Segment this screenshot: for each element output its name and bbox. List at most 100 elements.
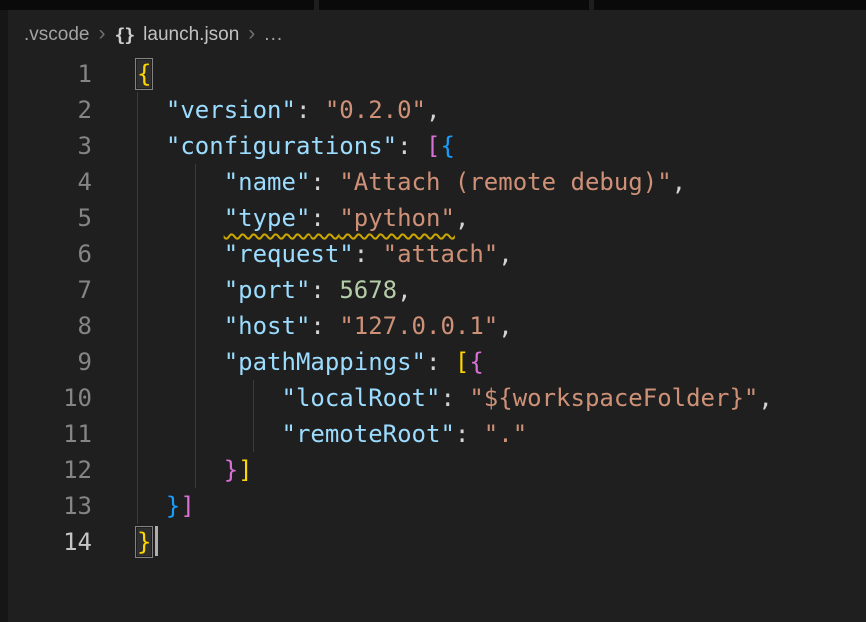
token-punct: ,: [758, 384, 772, 412]
token-ws: [137, 168, 224, 196]
breadcrumb-symbol[interactable]: ...: [264, 24, 283, 46]
token-str: "attach": [383, 240, 499, 268]
token-ws: [137, 312, 224, 340]
line-number-12[interactable]: 12: [0, 452, 92, 488]
code-content[interactable]: { "version": "0.2.0", "configurations": …: [137, 56, 773, 560]
line-number-2[interactable]: 2: [0, 92, 92, 128]
token-punct: ,: [455, 204, 469, 232]
line-number-7[interactable]: 7: [0, 272, 92, 308]
token-b3: }: [166, 492, 180, 520]
code-line-7[interactable]: "port": 5678,: [137, 272, 773, 308]
line-number-1[interactable]: 1: [0, 56, 92, 92]
line-number-5[interactable]: 5: [0, 200, 92, 236]
token-b1: }: [137, 528, 151, 556]
token-punct: :: [397, 132, 426, 160]
token-b2: {: [469, 348, 483, 376]
token-ws: [137, 132, 166, 160]
json-file-icon: {}: [114, 25, 134, 46]
token-punct: ,: [498, 312, 512, 340]
token-punct: :: [354, 240, 383, 268]
token-b1: ]: [238, 456, 252, 484]
token-key: "type": [224, 204, 311, 232]
token-key: "pathMappings": [224, 348, 426, 376]
token-str: "${workspaceFolder}": [469, 384, 758, 412]
token-b3: {: [440, 132, 454, 160]
code-line-6[interactable]: "request": "attach",: [137, 236, 773, 272]
chevron-right-icon: ›: [248, 22, 255, 46]
code-line-1[interactable]: {: [137, 56, 773, 92]
token-b1: [: [455, 348, 469, 376]
token-ws: [137, 96, 166, 124]
line-number-11[interactable]: 11: [0, 416, 92, 452]
token-str: ".": [484, 420, 527, 448]
token-punct: :: [310, 168, 339, 196]
token-ws: [137, 492, 166, 520]
token-key: "version": [166, 96, 296, 124]
line-number-10[interactable]: 10: [0, 380, 92, 416]
token-str: "Attach (remote debug)": [339, 168, 671, 196]
token-punct: :: [440, 384, 469, 412]
token-key: "localRoot": [282, 384, 441, 412]
token-ws: [137, 420, 282, 448]
line-number-9[interactable]: 9: [0, 344, 92, 380]
token-punct: :: [310, 204, 339, 232]
code-line-3[interactable]: "configurations": [{: [137, 128, 773, 164]
token-key: "remoteRoot": [282, 420, 455, 448]
token-punct: ,: [498, 240, 512, 268]
code-editor[interactable]: 1234567891011121314 { "version": "0.2.0"…: [0, 56, 866, 622]
token-b1: {: [137, 60, 151, 88]
code-line-8[interactable]: "host": "127.0.0.1",: [137, 308, 773, 344]
line-number-6[interactable]: 6: [0, 236, 92, 272]
token-punct: :: [296, 96, 325, 124]
code-line-2[interactable]: "version": "0.2.0",: [137, 92, 773, 128]
token-punct: :: [455, 420, 484, 448]
code-line-14[interactable]: }: [137, 524, 773, 560]
token-str: "0.2.0": [325, 96, 426, 124]
line-number-8[interactable]: 8: [0, 308, 92, 344]
token-key: "configurations": [166, 132, 397, 160]
token-punct: :: [310, 276, 339, 304]
tab-divider: [589, 0, 594, 10]
token-punct: ,: [426, 96, 440, 124]
line-number-13[interactable]: 13: [0, 488, 92, 524]
line-number-14[interactable]: 14: [0, 524, 92, 560]
token-b2: ]: [180, 492, 194, 520]
code-line-4[interactable]: "name": "Attach (remote debug)",: [137, 164, 773, 200]
token-key: "host": [224, 312, 311, 340]
token-b2: }: [224, 456, 238, 484]
code-line-9[interactable]: "pathMappings": [{: [137, 344, 773, 380]
gutter[interactable]: 1234567891011121314: [0, 56, 92, 560]
token-punct: :: [310, 312, 339, 340]
token-b2: [: [426, 132, 440, 160]
code-line-13[interactable]: }]: [137, 488, 773, 524]
token-str: "python": [339, 204, 455, 232]
token-ws: [137, 348, 224, 376]
code-line-5[interactable]: "type": "python",: [137, 200, 773, 236]
token-key: "name": [224, 168, 311, 196]
chevron-right-icon: ›: [98, 22, 105, 46]
text-cursor: [155, 526, 158, 556]
tab-bar-remnant: [0, 0, 866, 10]
token-punct: ,: [672, 168, 686, 196]
token-ws: [137, 276, 224, 304]
token-key: "port": [224, 276, 311, 304]
token-ws: [137, 456, 224, 484]
breadcrumb-file[interactable]: launch.json: [143, 24, 239, 46]
token-ws: [137, 384, 282, 412]
line-number-4[interactable]: 4: [0, 164, 92, 200]
token-ws: [137, 240, 224, 268]
breadcrumb-folder[interactable]: .vscode: [24, 24, 89, 46]
token-ws: [137, 204, 224, 232]
code-line-10[interactable]: "localRoot": "${workspaceFolder}",: [137, 380, 773, 416]
token-str: "127.0.0.1": [339, 312, 498, 340]
breadcrumb: .vscode › {} launch.json › ...: [24, 20, 283, 50]
token-punct: ,: [397, 276, 411, 304]
vscode-editor-window: .vscode › {} launch.json › ... 123456789…: [0, 0, 866, 622]
token-punct: :: [426, 348, 455, 376]
code-line-11[interactable]: "remoteRoot": ".": [137, 416, 773, 452]
line-number-3[interactable]: 3: [0, 128, 92, 164]
token-key: "request": [224, 240, 354, 268]
tab-divider: [314, 0, 319, 10]
token-num: 5678: [339, 276, 397, 304]
code-line-12[interactable]: }]: [137, 452, 773, 488]
